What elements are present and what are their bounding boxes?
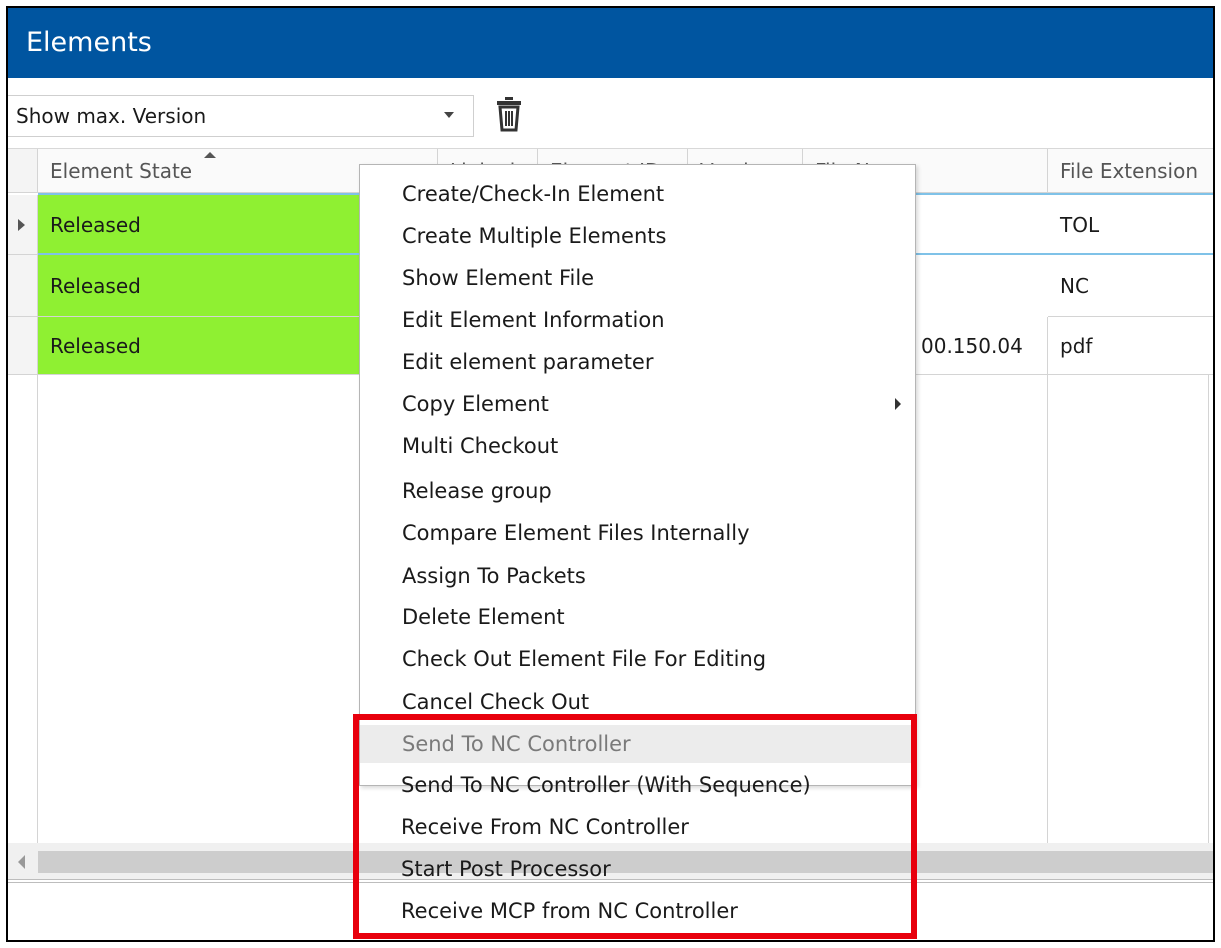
submenu-arrow-icon (895, 398, 901, 410)
sort-ascending-icon (204, 152, 216, 158)
menu-item-delete-element[interactable]: Delete Element (360, 598, 915, 636)
cell-element-state[interactable]: Released (38, 255, 368, 317)
menu-item-assign-to-packets[interactable]: Assign To Packets (360, 557, 915, 595)
column-divider (1208, 375, 1209, 843)
menu-item-compare-element-files-internally[interactable]: Compare Element Files Internally (360, 514, 915, 552)
current-row-icon (18, 219, 25, 231)
menu-item-send-to-nc-controller[interactable]: Send To NC Controller (360, 725, 915, 763)
cell-file-extension[interactable]: NC (1048, 255, 1213, 317)
chevron-down-icon[interactable] (444, 112, 454, 118)
column-header-file-extension[interactable]: File Extension (1048, 149, 1213, 193)
menu-item-receive-from-nc-controller[interactable]: Receive From NC Controller (359, 808, 914, 846)
grid-corner (8, 149, 38, 193)
menu-item-show-element-file[interactable]: Show Element File (360, 259, 915, 297)
menu-item-edit-element-information[interactable]: Edit Element Information (360, 301, 915, 339)
menu-item-receive-mcp-from-nc-controller[interactable]: Receive MCP from NC Controller (359, 892, 914, 930)
version-filter-dropdown[interactable]: Show max. Version (8, 95, 474, 137)
row-header[interactable] (8, 195, 38, 255)
trash-icon[interactable] (496, 96, 522, 132)
menu-item-multi-checkout[interactable]: Multi Checkout (360, 427, 915, 465)
cell-element-state[interactable]: Released (38, 317, 368, 375)
row-header[interactable] (8, 255, 38, 317)
column-divider (1047, 375, 1048, 843)
cell-file-extension[interactable]: TOL (1048, 195, 1213, 255)
menu-item-send-to-nc-controller-with-sequence[interactable]: Send To NC Controller (With Sequence) (359, 766, 914, 804)
menu-item-release-group[interactable]: Release group (360, 472, 915, 510)
row-header-divider (37, 375, 38, 843)
menu-item-create-check-in-element[interactable]: Create/Check-In Element (360, 175, 915, 213)
cell-element-state[interactable]: Released (38, 195, 368, 255)
scroll-left-arrow-icon[interactable] (18, 855, 25, 869)
row-header[interactable] (8, 317, 38, 375)
menu-item-cancel-check-out[interactable]: Cancel Check Out (360, 683, 915, 721)
context-menu: Create/Check-In Element Create Multiple … (359, 164, 916, 786)
menu-item-edit-element-parameter[interactable]: Edit element parameter (360, 343, 915, 381)
menu-item-check-out-element-file-for-editing[interactable]: Check Out Element File For Editing (360, 640, 915, 678)
window-title: Elements (8, 8, 1213, 78)
menu-item-start-post-processor[interactable]: Start Post Processor (359, 850, 914, 888)
cell-file-extension[interactable]: pdf (1048, 317, 1213, 375)
menu-item-copy-element[interactable]: Copy Element (360, 385, 915, 423)
toolbar: Show max. Version (8, 78, 1213, 148)
menu-item-create-multiple-elements[interactable]: Create Multiple Elements (360, 217, 915, 255)
